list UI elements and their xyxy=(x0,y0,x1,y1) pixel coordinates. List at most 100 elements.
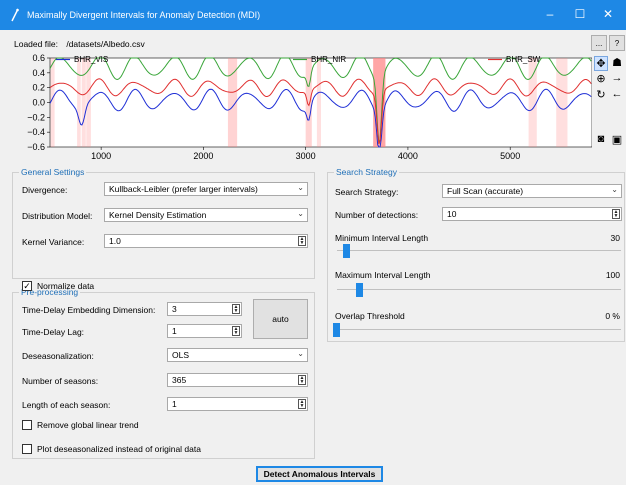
deseasonalization-select[interactable]: OLS ⌄ xyxy=(167,348,308,362)
kernel-variance-value: 1.0 xyxy=(109,236,121,246)
slider-handle[interactable] xyxy=(333,323,340,337)
number-of-seasons-value: 365 xyxy=(172,375,187,385)
app-icon xyxy=(11,8,19,22)
x-tick-label: 4000 xyxy=(398,151,418,161)
back-icon[interactable]: ← xyxy=(610,88,624,100)
slider-handle[interactable] xyxy=(356,283,363,297)
divergence-select[interactable]: Kullback-Leibler (prefer larger interval… xyxy=(104,182,308,196)
max-length-value: 100 xyxy=(605,270,620,280)
kernel-variance-label: Kernel Variance: xyxy=(22,237,85,247)
distribution-model-label: Distribution Model: xyxy=(22,211,93,221)
detect-anomalous-intervals-button[interactable]: Detect Anomalous Intervals xyxy=(256,466,383,482)
time-delay-lag-label: Time-Delay Lag: xyxy=(22,327,85,337)
plot-toolbar: ✥ ☗ ⊕ → ↻ ← ◙ ▣ xyxy=(594,53,626,153)
season-length-label: Length of each season: xyxy=(22,400,111,410)
time-delay-lag-field[interactable]: 1 ▲ ▼ xyxy=(167,324,242,338)
loaded-file-path: /datasets/Albedo.csv xyxy=(66,39,145,49)
x-tick-label: 3000 xyxy=(296,151,316,161)
spinner-icon[interactable]: ▲ ▼ xyxy=(232,304,240,314)
deseasonalization-value: OLS xyxy=(172,350,190,360)
loaded-file: Loaded file: /datasets/Albedo.csv xyxy=(14,39,145,49)
max-length-label: Maximum Interval Length xyxy=(335,270,431,280)
save-icon[interactable]: ▣ xyxy=(610,133,624,146)
distribution-model-select[interactable]: Kernel Density Estimation ⌄ xyxy=(104,208,308,222)
overlap-threshold-slider[interactable] xyxy=(333,323,621,337)
y-tick-label: 0.6 xyxy=(32,53,45,63)
number-of-seasons-label: Number of seasons: xyxy=(22,376,99,386)
spinner-icon[interactable]: ▲ ▼ xyxy=(298,236,306,246)
help-button[interactable]: ? xyxy=(609,35,625,51)
general-settings-title: General Settings xyxy=(19,167,87,177)
title-bar: Maximally Divergent Intervals for Anomal… xyxy=(0,0,626,30)
time-delay-lag-value: 1 xyxy=(172,326,177,336)
y-tick-label: 0.4 xyxy=(32,68,45,78)
slider-track xyxy=(333,329,621,330)
normalize-checkbox[interactable]: ✓ Normalize data xyxy=(22,281,94,291)
anomaly-interval xyxy=(81,58,86,147)
search-strategy-select[interactable]: Full Scan (accurate) ⌄ xyxy=(442,184,622,198)
spinner-icon[interactable]: ▲ ▼ xyxy=(232,326,240,336)
legend-label: BHR_SW xyxy=(506,55,541,64)
distribution-model-value: Kernel Density Estimation xyxy=(109,210,207,220)
anomaly-interval xyxy=(305,58,312,147)
embedding-dimension-field[interactable]: 3 ▲ ▼ xyxy=(167,302,242,316)
loaded-file-label: Loaded file: xyxy=(14,39,58,49)
min-length-slider[interactable] xyxy=(337,244,621,258)
reset-icon[interactable]: ↻ xyxy=(594,88,608,101)
y-tick-label: 0.2 xyxy=(32,83,45,93)
home-icon[interactable]: ☗ xyxy=(610,56,624,69)
embedding-dimension-value: 3 xyxy=(172,304,177,314)
anomaly-interval xyxy=(77,58,81,147)
deseasonalization-label: Deseasonalization: xyxy=(22,351,94,361)
forward-icon[interactable]: → xyxy=(610,72,624,84)
slider-track xyxy=(337,289,621,290)
remove-trend-label: Remove global linear trend xyxy=(37,420,139,430)
close-button[interactable]: ✕ xyxy=(598,7,618,21)
overlap-threshold-value: 0 % xyxy=(605,311,620,321)
x-tick-label: 1000 xyxy=(91,151,111,161)
anomaly-interval xyxy=(50,58,55,147)
search-strategy-value: Full Scan (accurate) xyxy=(447,186,524,196)
minimize-button[interactable]: – xyxy=(540,7,560,21)
max-length-slider[interactable] xyxy=(337,283,621,297)
y-tick-label: −0.4 xyxy=(27,127,45,137)
chevron-down-icon: ⌄ xyxy=(297,183,304,192)
spinner-icon[interactable]: ▲ ▼ xyxy=(612,209,620,219)
remove-trend-checkbox[interactable]: Remove global linear trend xyxy=(22,420,139,430)
number-of-seasons-field[interactable]: 365 ▲ ▼ xyxy=(167,373,308,387)
chevron-down-icon: ⌄ xyxy=(297,349,304,358)
min-length-label: Minimum Interval Length xyxy=(335,233,429,243)
min-length-value: 30 xyxy=(610,233,620,243)
slider-handle[interactable] xyxy=(343,244,350,258)
zoom-icon[interactable]: ⊕ xyxy=(594,72,608,85)
chevron-down-icon: ⌄ xyxy=(611,185,618,194)
checkbox-box xyxy=(22,420,32,430)
spinner-icon[interactable]: ▲ ▼ xyxy=(298,399,306,409)
spinner-icon[interactable]: ▲ ▼ xyxy=(298,375,306,385)
overlap-threshold-label: Overlap Threshold xyxy=(335,311,405,321)
kernel-variance-field[interactable]: 1.0 ▲ ▼ xyxy=(104,234,308,248)
maximize-button[interactable]: ☐ xyxy=(570,7,590,21)
browse-button[interactable]: ... xyxy=(591,35,607,51)
detections-label: Number of detections: xyxy=(335,210,419,220)
search-strategy-label: Search Strategy: xyxy=(335,187,399,197)
checkmark-icon: ✓ xyxy=(22,281,32,291)
y-tick-label: 0.0 xyxy=(32,98,45,108)
divergence-value: Kullback-Leibler (prefer larger interval… xyxy=(109,184,258,194)
x-tick-label: 2000 xyxy=(193,151,213,161)
slider-track xyxy=(337,250,621,251)
x-tick-label: 5000 xyxy=(500,151,520,161)
plot-deseasonalized-checkbox[interactable]: Plot deseasonalized instead of original … xyxy=(22,444,201,454)
detections-field[interactable]: 10 ▲ ▼ xyxy=(442,207,622,221)
auto-button[interactable]: auto xyxy=(253,299,308,339)
anomaly-interval xyxy=(528,58,537,147)
pan-icon[interactable]: ✥ xyxy=(594,56,608,71)
camera-icon[interactable]: ◙ xyxy=(594,133,608,145)
season-length-field[interactable]: 1 ▲ ▼ xyxy=(167,397,308,411)
normalize-label: Normalize data xyxy=(37,281,95,291)
legend-label: BHR_NIR xyxy=(311,55,346,64)
anomaly-interval xyxy=(316,58,321,147)
checkbox-box xyxy=(22,444,32,454)
time-series-plot: BHR_VIS BHR_NIR BHR_SW 0.6 0.4 0.2 0.0 −0.2 −0.4… xyxy=(27,53,592,161)
detections-value: 10 xyxy=(447,209,457,219)
